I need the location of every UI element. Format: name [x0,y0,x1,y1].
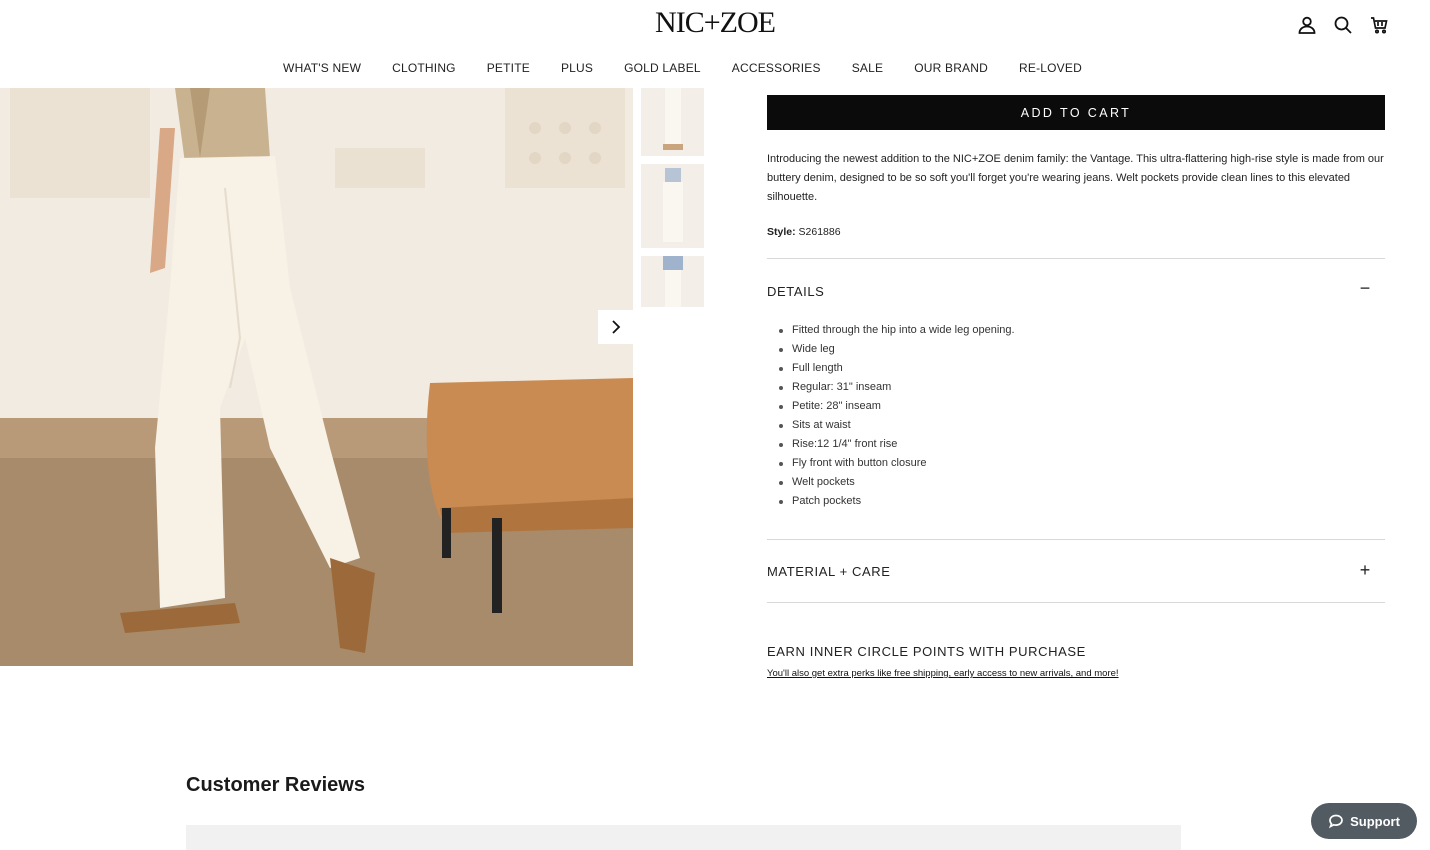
nav-item-petite[interactable]: PETITE [487,61,530,75]
chat-bubble-icon [1328,814,1343,829]
nav-item-whats-new[interactable]: WHAT'S NEW [283,61,361,75]
list-item: Patch pockets [779,492,1015,511]
nav-item-sale[interactable]: SALE [852,61,884,75]
thumbnail-3[interactable] [641,256,704,307]
divider [767,258,1385,259]
thumbnail-1[interactable] [641,88,704,156]
list-item: Sits at waist [779,416,1015,435]
product-photo [0,88,633,666]
reviews-heading: Customer Reviews [186,774,365,796]
brand-logo[interactable]: NIC+ZOE [0,6,1430,40]
add-to-cart-button[interactable]: ADD TO CART [767,95,1385,130]
main-nav: WHAT'S NEW CLOTHING PETITE PLUS GOLD LAB… [0,61,1365,75]
list-item: Petite: 28" inseam [779,397,1015,416]
style-value: S261886 [798,226,841,238]
list-item: Fitted through the hip into a wide leg o… [779,321,1015,340]
divider [767,539,1385,540]
list-item: Fly front with button closure [779,454,1015,473]
material-care-accordion-title[interactable]: MATERIAL + CARE [767,564,891,579]
product-description: Introducing the newest addition to the N… [767,153,1384,203]
next-image-button[interactable] [598,310,633,344]
chevron-right-icon [611,320,620,334]
divider [767,602,1385,603]
nav-item-plus[interactable]: PLUS [561,61,593,75]
nav-item-our-brand[interactable]: OUR BRAND [914,61,988,75]
support-label: Support [1350,813,1400,829]
collapse-details-toggle[interactable]: − [1355,278,1375,299]
list-item: Regular: 31" inseam [779,378,1015,397]
header-icons [1296,14,1390,36]
rewards-link[interactable]: You'll also get extra perks like free sh… [767,668,1119,679]
style-label: Style: [767,226,796,238]
account-icon[interactable] [1296,14,1318,36]
product-main-image[interactable] [0,88,633,666]
list-item: Wide leg [779,340,1015,359]
site-header: NIC+ZOE WHAT'S NEW CLOTHING PETITE PLUS … [0,0,1430,88]
support-chat-button[interactable]: Support [1311,803,1417,839]
details-accordion-title[interactable]: DETAILS [767,284,824,299]
expand-material-toggle[interactable]: + [1355,560,1375,581]
style-number: Style: S261886 [767,226,841,238]
list-item: Welt pockets [779,473,1015,492]
reviews-widget [186,825,1181,850]
nav-item-clothing[interactable]: CLOTHING [392,61,456,75]
details-list: Fitted through the hip into a wide leg o… [779,321,1015,511]
nav-item-accessories[interactable]: ACCESSORIES [732,61,821,75]
rewards-title: EARN INNER CIRCLE POINTS WITH PURCHASE [767,644,1086,659]
search-icon[interactable] [1332,14,1354,36]
thumbnail-2[interactable] [641,164,704,248]
nav-item-gold-label[interactable]: GOLD LABEL [624,61,701,75]
list-item: Rise:12 1/4" front rise [779,435,1015,454]
list-item: Full length [779,359,1015,378]
thumbnail-strip [641,88,704,315]
cart-icon[interactable] [1368,14,1390,36]
nav-item-re-loved[interactable]: RE-LOVED [1019,61,1082,75]
